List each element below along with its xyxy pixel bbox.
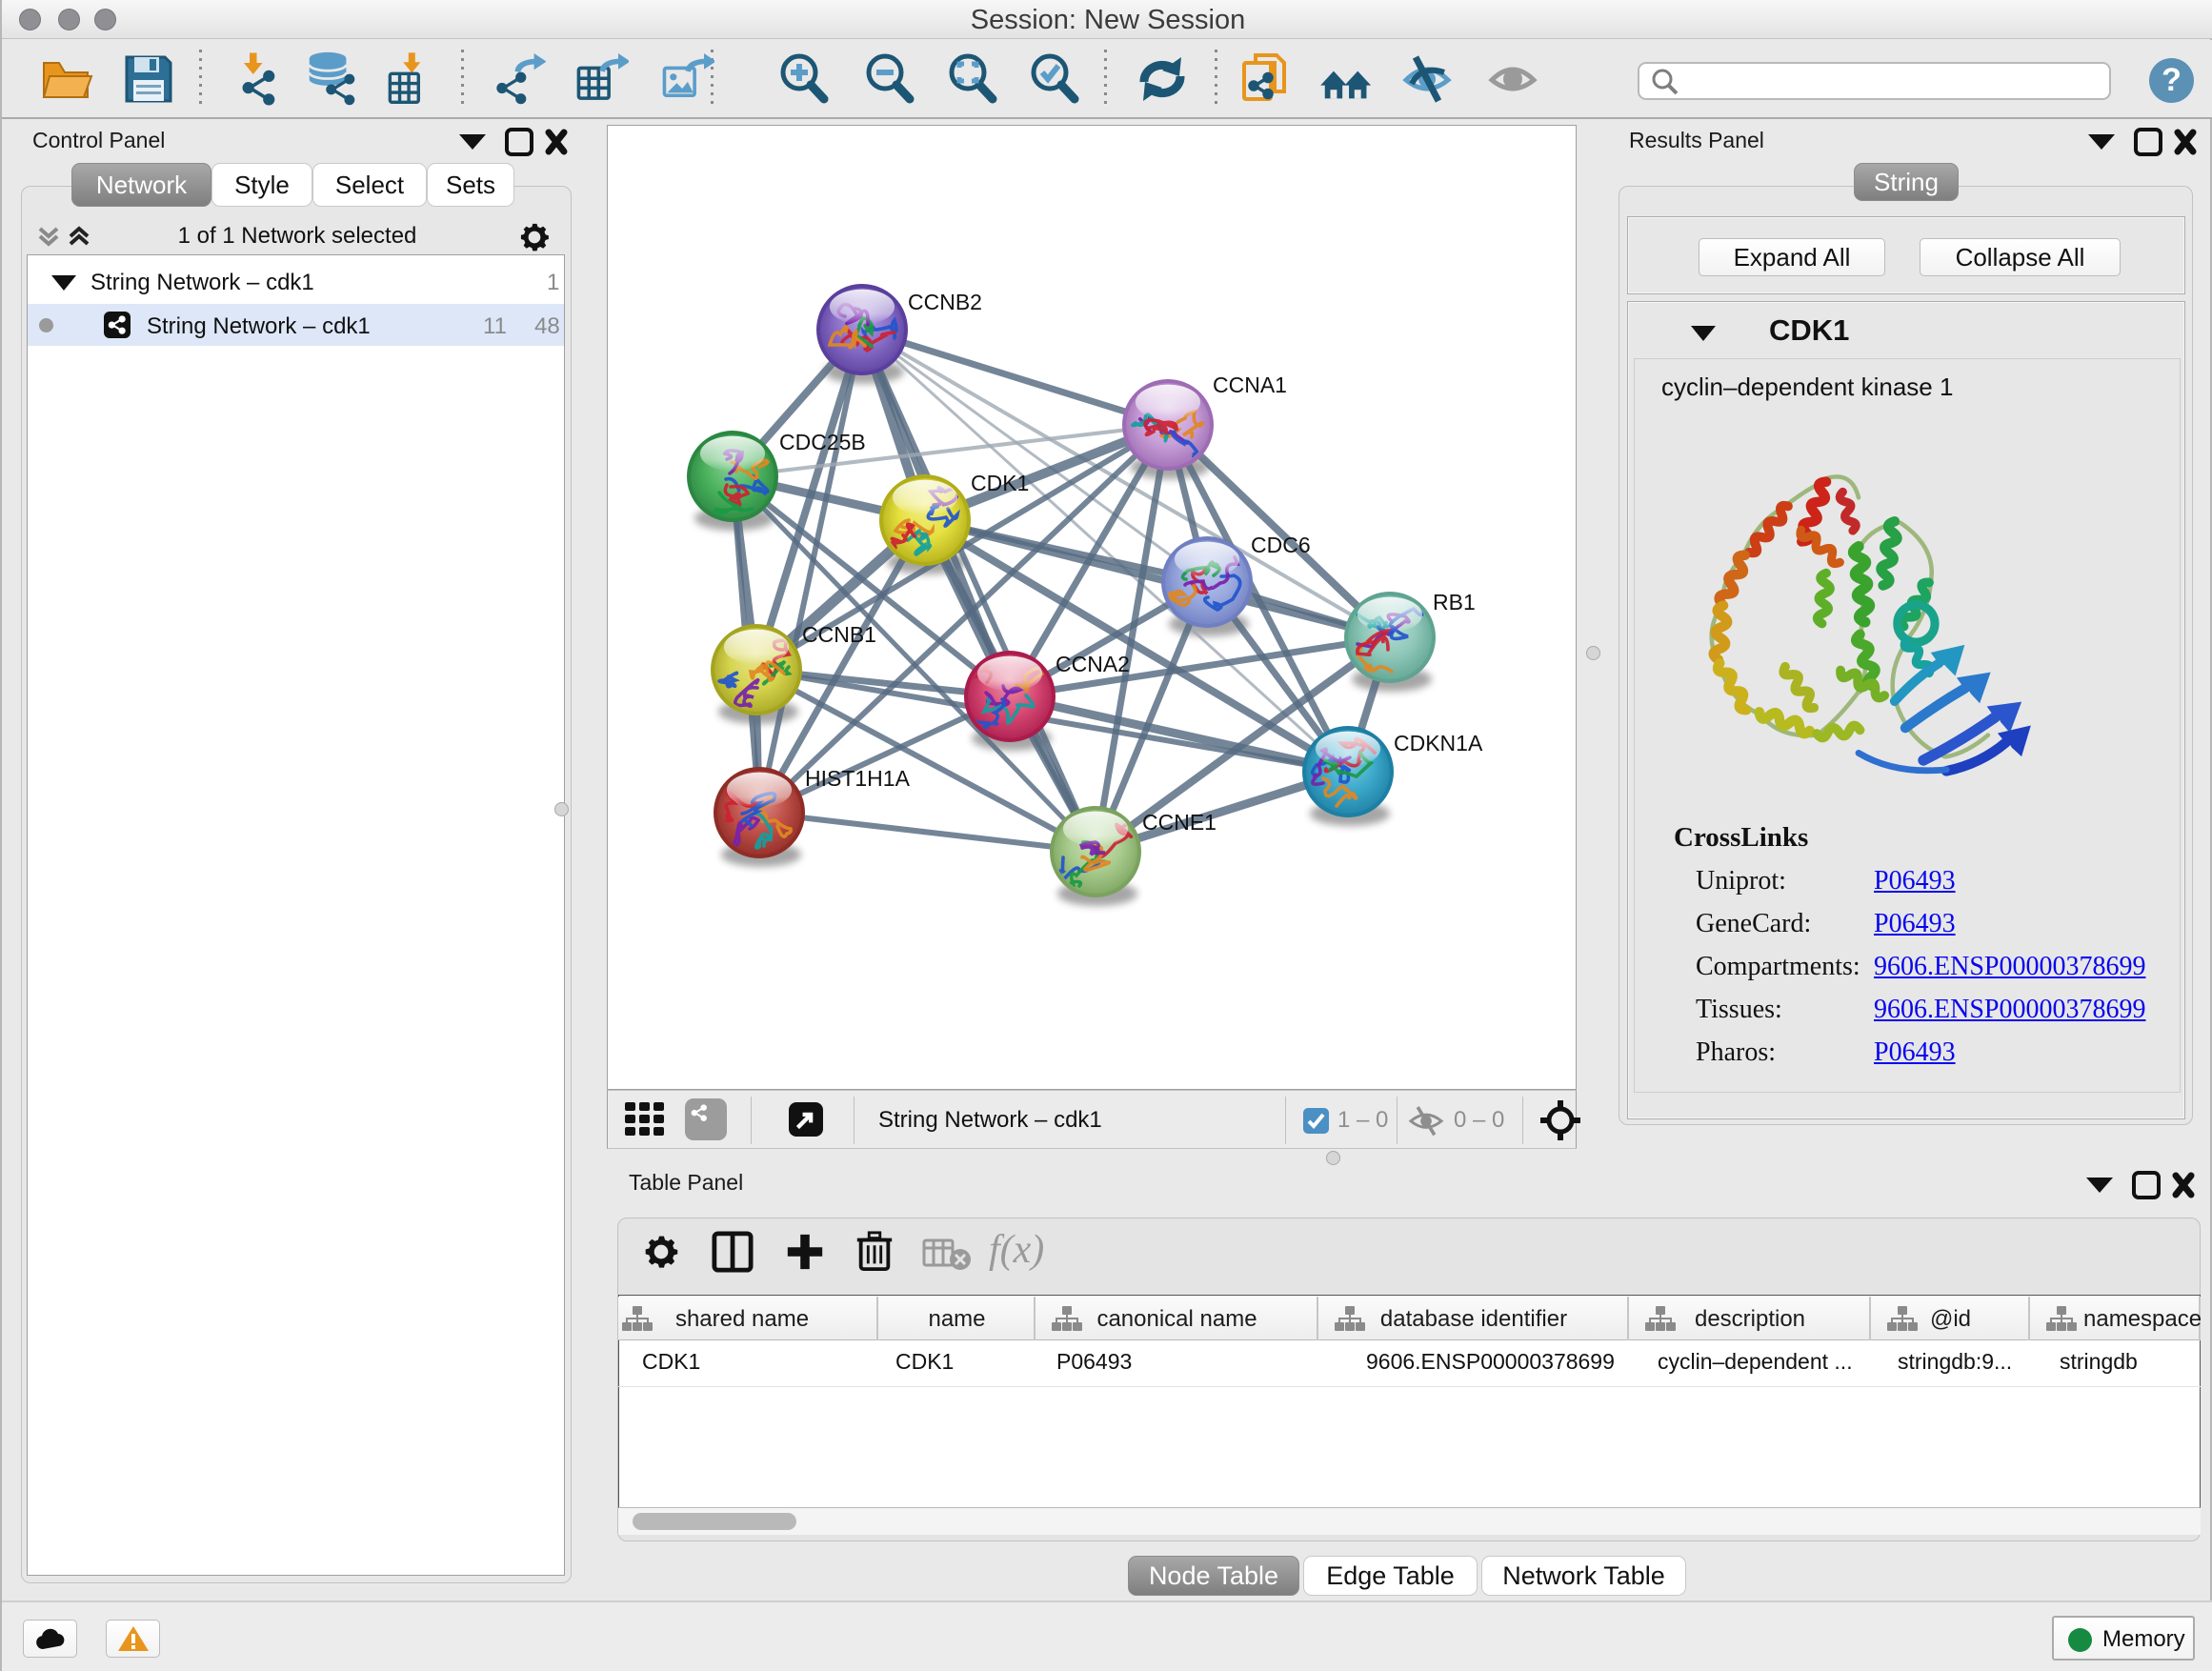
svg-text:CDKN1A: CDKN1A [1394,731,1483,755]
svg-text:CCNA2: CCNA2 [1056,652,1130,676]
svg-text:CDC6: CDC6 [1251,533,1311,557]
svg-text:CDK1: CDK1 [971,471,1029,495]
svg-text:HIST1H1A: HIST1H1A [805,766,911,791]
svg-text:CDC25B: CDC25B [779,430,866,454]
svg-text:CCNB2: CCNB2 [908,290,982,314]
svg-text:CCNB1: CCNB1 [802,622,876,647]
svg-text:CCNE1: CCNE1 [1142,810,1217,835]
svg-text:RB1: RB1 [1433,590,1476,614]
svg-text:CCNA1: CCNA1 [1213,372,1287,397]
